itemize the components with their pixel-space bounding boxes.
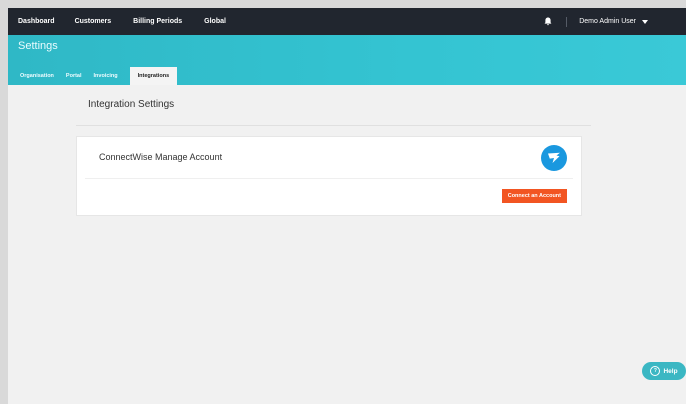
settings-tabs: Organisation Portal Invoicing Integratio… <box>8 67 178 85</box>
tab-integrations[interactable]: Integrations <box>129 67 178 85</box>
chevron-down-icon <box>642 19 648 24</box>
help-label: Help <box>663 367 678 375</box>
nav-item-customers[interactable]: Customers <box>63 18 112 25</box>
bell-icon[interactable] <box>542 16 554 28</box>
integration-card: ConnectWise Manage Account Connect an Ac… <box>76 136 582 216</box>
section-title: Integration Settings <box>88 99 175 110</box>
nav-item-dashboard[interactable]: Dashboard <box>8 18 55 25</box>
tab-invoicing[interactable]: Invoicing <box>94 73 118 85</box>
settings-header: Settings Organisation Portal Invoicing I… <box>8 35 686 85</box>
nav-item-global[interactable]: Global <box>192 18 226 25</box>
top-navigation: Dashboard Customers Billing Periods Glob… <box>8 8 686 35</box>
tab-portal[interactable]: Portal <box>66 73 82 85</box>
connect-account-button[interactable]: Connect an Account <box>501 189 567 203</box>
help-button[interactable]: ? Help <box>642 362 686 380</box>
card-divider <box>85 178 573 179</box>
connectwise-logo-icon <box>541 145 567 171</box>
nav-item-billing-periods[interactable]: Billing Periods <box>121 18 182 25</box>
tab-organisation[interactable]: Organisation <box>20 73 54 85</box>
user-menu[interactable]: Demo Admin User <box>579 18 648 25</box>
integration-title: ConnectWise Manage Account <box>99 152 223 162</box>
user-name: Demo Admin User <box>579 18 636 25</box>
section-divider <box>76 125 591 126</box>
help-icon: ? <box>650 366 661 376</box>
app-window: Dashboard Customers Billing Periods Glob… <box>8 8 686 404</box>
page-title: Settings <box>18 40 58 52</box>
nav-divider <box>566 16 568 27</box>
